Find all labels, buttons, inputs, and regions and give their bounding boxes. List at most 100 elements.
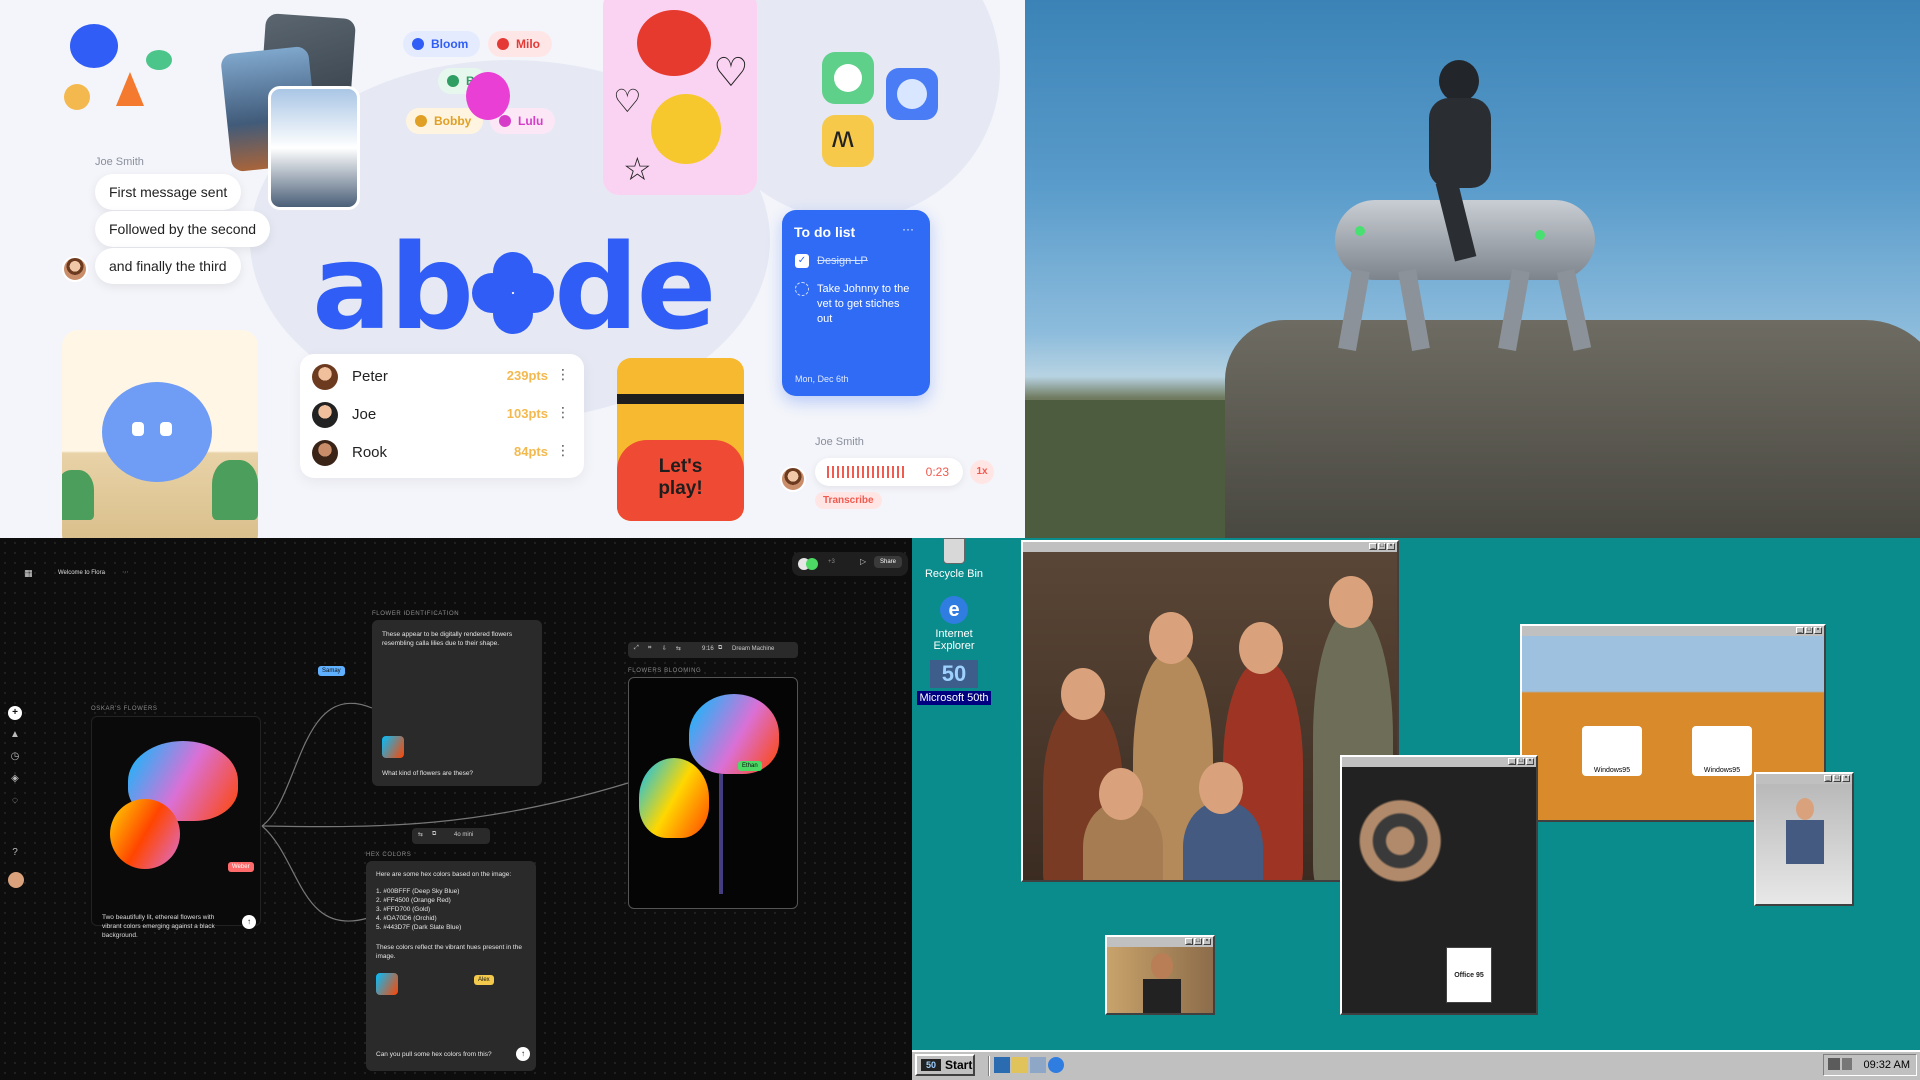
copy-icon[interactable]: ⧉ xyxy=(718,645,722,652)
waveform-icon xyxy=(827,466,907,478)
hex-color-list: 1. #00BFFF (Deep Sky Blue) 2. #FF4500 (O… xyxy=(376,887,461,932)
tag-chip[interactable]: Milo xyxy=(488,31,552,57)
transcribe-button[interactable]: Transcribe xyxy=(815,492,882,509)
creature-card xyxy=(62,330,258,538)
checkbox-empty-icon[interactable] xyxy=(795,282,809,296)
quicklaunch-internet-explorer-icon[interactable] xyxy=(1048,1057,1064,1073)
submit-icon[interactable]: ↑ xyxy=(242,915,256,929)
sticker-card: ♡ ♡ ☆ xyxy=(603,0,757,195)
close-icon[interactable]: × xyxy=(1814,627,1822,634)
text-node[interactable]: These appear to be digitally rendered fl… xyxy=(372,620,542,786)
aspect-ratio-select[interactable]: 9:16 xyxy=(702,646,714,652)
clock: 09:32 AM xyxy=(1863,1059,1910,1071)
desktop-icon-microsoft-50th[interactable]: 50 Microsoft 50th xyxy=(914,660,994,705)
quicklaunch-folder-icon[interactable] xyxy=(1012,1057,1028,1073)
photo-window[interactable]: _ □ × Office 95 xyxy=(1340,755,1538,1015)
text-node[interactable]: Here are some hex colors based on the im… xyxy=(366,861,536,1071)
player-name: Peter xyxy=(352,368,388,385)
player-points: 84pts xyxy=(514,444,548,459)
ball-app-icon[interactable] xyxy=(886,68,938,120)
internet-explorer-icon: e xyxy=(940,596,968,624)
maximize-icon[interactable]: □ xyxy=(1805,627,1813,634)
scribble-app-icon[interactable]: ʍ xyxy=(822,115,874,167)
close-icon[interactable]: × xyxy=(1203,938,1211,945)
thumbnail-icon xyxy=(376,973,398,995)
hex-color-item: 3. #FFD700 (Gold) xyxy=(376,906,431,913)
node-label: FLOWERS BLOOMING xyxy=(628,668,702,674)
pink-mascot-icon xyxy=(466,72,510,120)
settings-icon[interactable]: ⇆ xyxy=(418,831,423,838)
maximize-icon[interactable]: □ xyxy=(1194,938,1202,945)
shirt-logo: Windows95 xyxy=(1692,726,1752,776)
settings-icon[interactable]: ⇆ xyxy=(676,645,681,652)
leaderboard-row[interactable]: Joe 103pts ⋮ xyxy=(300,396,584,434)
node-label: OSKAR'S FLOWERS xyxy=(91,706,158,712)
leaderboard-row[interactable]: Rook 84pts ⋮ xyxy=(300,434,584,472)
player-name: Rook xyxy=(352,444,388,461)
desktop-icon-label: Recycle Bin xyxy=(924,568,984,580)
recycle-bin-icon xyxy=(943,538,965,564)
more-options-icon[interactable]: ··· xyxy=(902,222,914,236)
blue-mascot-icon xyxy=(70,24,118,68)
window-controls: _ □ × xyxy=(1185,938,1211,946)
more-options-icon[interactable]: ⋮ xyxy=(556,366,570,383)
model-select[interactable]: Dream Machine xyxy=(732,646,774,652)
voice-sender-name: Joe Smith xyxy=(815,436,864,448)
minimize-icon[interactable]: _ xyxy=(1824,775,1832,782)
copy-icon[interactable]: ⧉ xyxy=(432,831,436,838)
node-label: HEX COLORS xyxy=(366,852,412,858)
download-icon[interactable]: ⇩ xyxy=(662,645,667,652)
flora-canvas-app: ▦ Welcome to Flora ⋯ +3 ▷ Share + ▲ ◷ ◈ … xyxy=(0,538,912,1080)
leaderboard-row[interactable]: Peter 239pts ⋮ xyxy=(300,358,584,396)
leaderboard: Peter 239pts ⋮ Joe 103pts ⋮ Rook 84pts ⋮ xyxy=(300,354,584,478)
close-icon[interactable]: × xyxy=(1842,775,1850,782)
tray-icon[interactable] xyxy=(1828,1058,1840,1070)
maximize-icon[interactable]: □ xyxy=(1378,543,1386,550)
close-icon[interactable]: × xyxy=(1526,758,1534,765)
portrait-photo xyxy=(1107,947,1213,1013)
checkbox-checked-icon[interactable]: ✓ xyxy=(795,254,809,268)
quicklaunch-shortcut-icon[interactable] xyxy=(994,1057,1010,1073)
node-text: These colors reflect the vibrant hues pr… xyxy=(376,944,522,960)
quicklaunch-desktop-icon[interactable] xyxy=(1030,1057,1046,1073)
minimize-icon[interactable]: _ xyxy=(1796,627,1804,634)
more-options-icon[interactable]: ⋮ xyxy=(556,404,570,421)
crop-icon[interactable]: ⌗ xyxy=(648,645,651,652)
minimize-icon[interactable]: _ xyxy=(1185,938,1193,945)
todo-card: To do list ··· ✓ Design LP Take Johnny t… xyxy=(782,210,930,396)
submit-icon[interactable]: ↑ xyxy=(516,1047,530,1061)
collaborator-cursor: Ethan xyxy=(738,761,762,771)
voice-message[interactable]: 0:23 xyxy=(815,458,963,486)
maximize-icon[interactable]: □ xyxy=(1517,758,1525,765)
close-icon[interactable]: × xyxy=(1387,543,1395,550)
game-card[interactable]: Let's play! xyxy=(617,358,744,521)
more-options-icon[interactable]: ⋮ xyxy=(556,442,570,459)
image-node[interactable]: Two beautifully lit, ethereal flowers wi… xyxy=(91,716,261,939)
expand-icon[interactable]: ⤢ xyxy=(634,645,639,652)
minimize-icon[interactable]: _ xyxy=(1508,758,1516,765)
playback-speed-button[interactable]: 1x xyxy=(970,460,994,484)
avatar xyxy=(62,256,88,282)
system-tray: 09:32 AM xyxy=(1823,1054,1917,1076)
heart-icon: ♡ xyxy=(613,83,642,119)
photo-window[interactable]: _ □ × xyxy=(1105,935,1215,1015)
group-photo: Office 95 xyxy=(1342,767,1536,1013)
game-card-title: play! xyxy=(658,478,703,499)
tag-chip[interactable]: Bloom xyxy=(403,31,481,57)
image-caption: Two beautifully lit, ethereal flowers wi… xyxy=(102,914,215,939)
desktop-icon-internet-explorer[interactable]: e Internet Explorer xyxy=(914,596,994,652)
desktop-icon-recycle-bin[interactable]: Recycle Bin xyxy=(914,538,994,580)
desktop-icon-label: Internet Explorer xyxy=(933,628,975,652)
compass-app-icon[interactable] xyxy=(822,52,874,104)
avatar xyxy=(312,402,338,428)
photo-window[interactable]: _ □ × xyxy=(1754,772,1854,906)
model-select[interactable]: 4o mini xyxy=(454,832,473,838)
volume-icon[interactable] xyxy=(1842,1058,1852,1070)
avatar xyxy=(780,466,806,492)
minimize-icon[interactable]: _ xyxy=(1369,543,1377,550)
collaborator-cursor: Alex xyxy=(474,975,494,985)
maximize-icon[interactable]: □ xyxy=(1833,775,1841,782)
image-node[interactable] xyxy=(628,677,798,909)
chat-message: First message sent xyxy=(95,174,242,210)
start-button[interactable]: 50 Start xyxy=(915,1054,975,1076)
